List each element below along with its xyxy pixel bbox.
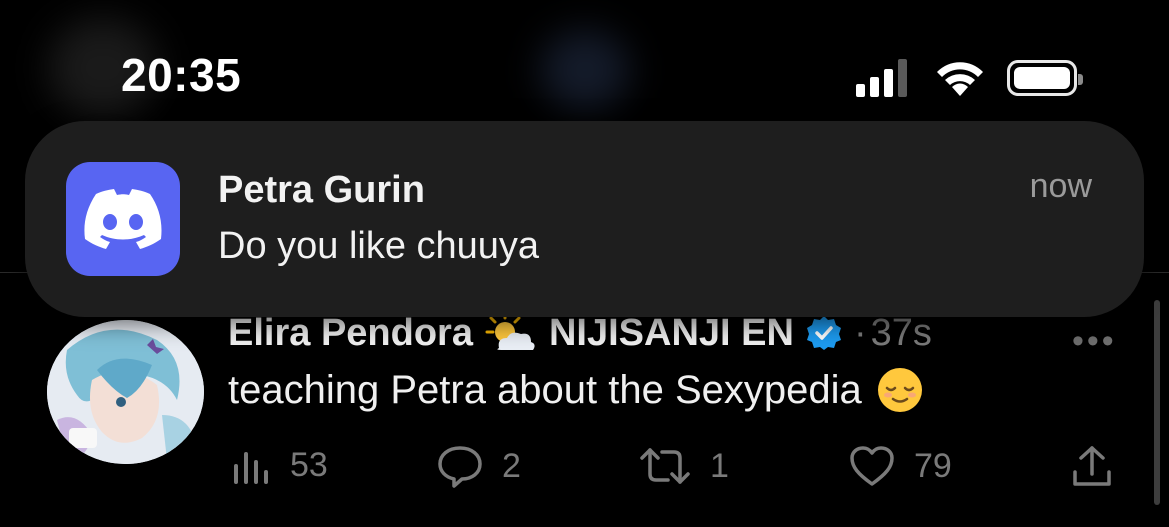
scrollbar[interactable] (1154, 300, 1160, 505)
relieved-face-emoji (877, 368, 922, 412)
avatar[interactable] (47, 320, 204, 464)
reply-button[interactable]: 2 (436, 444, 521, 488)
wifi-icon (937, 62, 983, 96)
tweet-actions: 53 2 1 79 (230, 444, 1130, 494)
heart-icon (850, 446, 894, 486)
notification-body: Do you like chuuya (218, 225, 540, 267)
tweet-text: teaching Petra about the Sexypedia (228, 366, 924, 414)
more-icon[interactable]: ••• (1072, 322, 1117, 361)
status-bar: 20:35 (0, 0, 1169, 120)
like-button[interactable]: 79 (848, 444, 952, 488)
status-time: 20:35 (121, 49, 242, 101)
analytics-icon (234, 452, 268, 484)
cellular-signal-icon (856, 59, 907, 97)
views-button[interactable]: 53 (230, 444, 328, 486)
like-count: 79 (914, 446, 952, 485)
retweet-button[interactable]: 1 (638, 444, 729, 488)
discord-app-icon (66, 162, 180, 276)
battery-icon (1007, 60, 1083, 96)
notification-title: Petra Gurin (218, 169, 425, 211)
tweet-time[interactable]: 37s (871, 312, 932, 355)
retweet-count: 1 (710, 446, 729, 485)
share-icon (1073, 446, 1111, 486)
tweet-separator: · (853, 311, 867, 354)
affiliation: NIJISANJI EN (548, 311, 794, 354)
share-button[interactable] (1070, 444, 1114, 490)
display-name[interactable]: Elira Pendora (228, 312, 473, 355)
notification-banner[interactable]: Petra Gurin Do you like chuuya now (25, 121, 1144, 317)
reply-count: 2 (502, 446, 521, 485)
views-count: 53 (290, 445, 328, 484)
verified-badge-icon (806, 316, 841, 350)
retweet-icon (640, 448, 690, 484)
reply-icon (438, 446, 482, 488)
discord-logo-icon (84, 189, 162, 249)
notification-time: now (1029, 167, 1092, 205)
status-icons (856, 58, 1083, 98)
tweet-body: teaching Petra about the Sexypedia (228, 367, 862, 412)
